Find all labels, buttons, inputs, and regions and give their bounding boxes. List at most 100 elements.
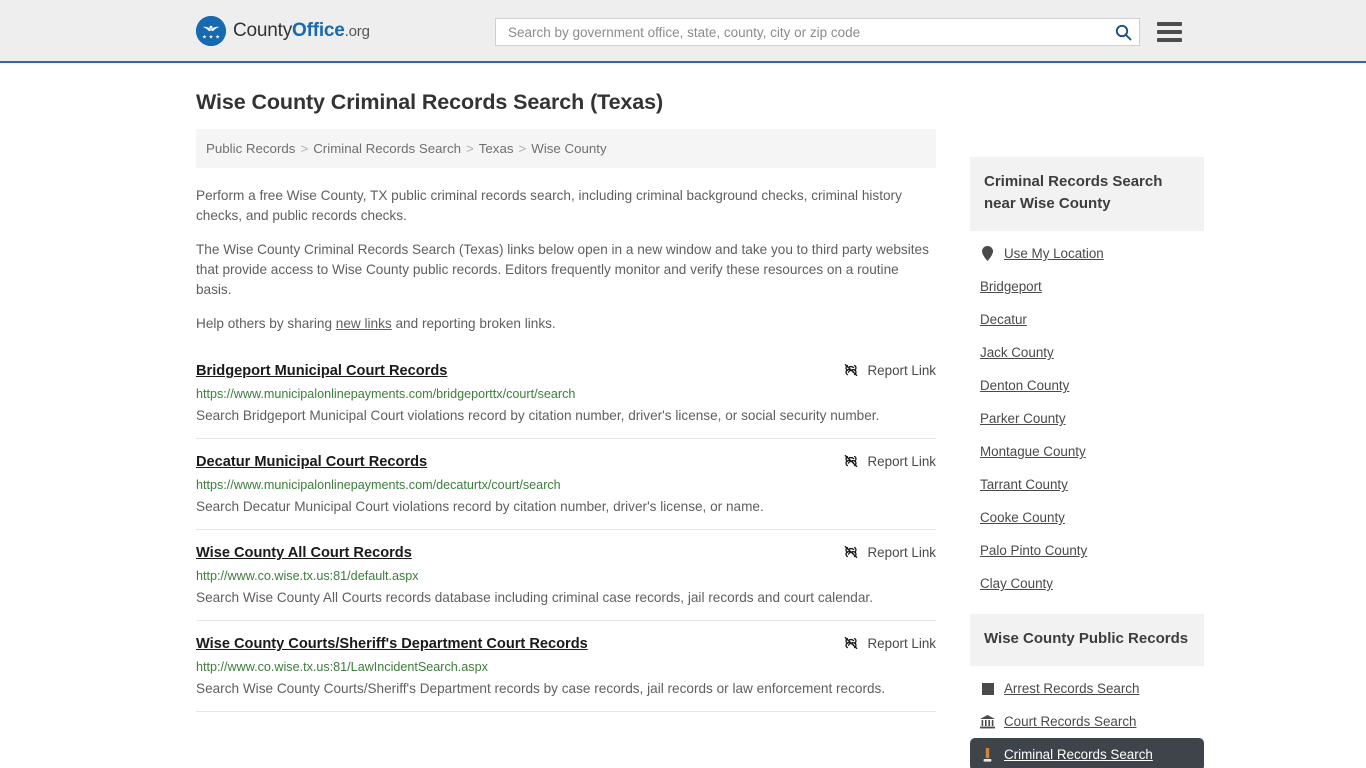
breadcrumb-item-texas[interactable]: Texas bbox=[479, 141, 514, 156]
result-description: Search Bridgeport Municipal Court violat… bbox=[196, 408, 880, 423]
intro-paragraph-2: The Wise County Criminal Records Search … bbox=[196, 242, 929, 297]
result-title-link[interactable]: Wise County Courts/Sheriff's Department … bbox=[196, 635, 588, 653]
report-link-label: Report Link bbox=[867, 635, 936, 651]
sidebar-item-montague-county[interactable]: Montague County bbox=[970, 435, 1204, 468]
sidebar-item-denton-county[interactable]: Denton County bbox=[970, 369, 1204, 402]
intro-paragraph-1: Perform a free Wise County, TX public cr… bbox=[196, 188, 902, 223]
sidebar: Criminal Records Search near Wise County… bbox=[970, 129, 1204, 768]
report-link-button[interactable]: Report Link bbox=[843, 635, 936, 651]
report-link-button[interactable]: Report Link bbox=[843, 544, 936, 560]
sidebar-item-bridgeport[interactable]: Bridgeport bbox=[970, 270, 1204, 303]
content-columns: Public Records > Criminal Records Search > T… bbox=[196, 129, 1204, 768]
sidebar-link-label[interactable]: Denton County bbox=[980, 378, 1069, 393]
header-search-area bbox=[495, 18, 1182, 46]
sidebar-item-decatur[interactable]: Decatur bbox=[970, 303, 1204, 336]
logo-text-office: Office bbox=[292, 20, 345, 41]
sidebar-nearby-title: Criminal Records Search near Wise County bbox=[970, 157, 1204, 231]
sidebar-item-tarrant-county[interactable]: Tarrant County bbox=[970, 468, 1204, 501]
result-title-link[interactable]: Decatur Municipal Court Records bbox=[196, 453, 427, 471]
broken-link-icon bbox=[844, 454, 857, 468]
sidebar-link-label[interactable]: Cooke County bbox=[980, 510, 1065, 525]
sidebar-item-clay-county[interactable]: Clay County bbox=[970, 567, 1204, 600]
result-description: Search Wise County Courts/Sheriff's Depa… bbox=[196, 681, 886, 696]
sidebar-item-palo-pinto-county[interactable]: Palo Pinto County bbox=[970, 534, 1204, 567]
hamburger-bar bbox=[1157, 22, 1182, 26]
new-links-link[interactable]: new links bbox=[336, 316, 392, 331]
search-input[interactable] bbox=[506, 19, 1113, 45]
main-content: Public Records > Criminal Records Search > T… bbox=[196, 129, 936, 712]
broken-link-icon bbox=[844, 363, 857, 377]
hamburger-menu-icon[interactable] bbox=[1157, 22, 1182, 42]
sidebar-item-cooke-county[interactable]: Cooke County bbox=[970, 501, 1204, 534]
sidebar-link-label[interactable]: Jack County bbox=[980, 345, 1054, 360]
breadcrumb-item-criminal-records-search[interactable]: Criminal Records Search bbox=[313, 141, 461, 156]
result-url[interactable]: http://www.co.wise.tx.us:81/default.aspx bbox=[196, 568, 936, 584]
intro-paragraph-3: Help others by sharing new links and rep… bbox=[196, 314, 936, 334]
share-suffix-text: and reporting broken links. bbox=[391, 316, 556, 331]
sidebar-link-label[interactable]: Decatur bbox=[980, 312, 1027, 327]
result-item: Bridgeport Municipal Court Records Repor… bbox=[196, 348, 936, 439]
hamburger-bar bbox=[1157, 38, 1182, 42]
broken-link-icon bbox=[844, 545, 857, 559]
sidebar-item-parker-county[interactable]: Parker County bbox=[970, 402, 1204, 435]
result-header: Decatur Municipal Court Records Report L… bbox=[196, 453, 936, 471]
search-box[interactable] bbox=[495, 18, 1140, 46]
result-url[interactable]: http://www.co.wise.tx.us:81/LawIncidentS… bbox=[196, 659, 936, 675]
page-title: Wise County Criminal Records Search (Tex… bbox=[196, 90, 664, 114]
sidebar-item-criminal-records-search[interactable]: Criminal Records Search bbox=[970, 738, 1204, 768]
report-link-label: Report Link bbox=[867, 362, 936, 378]
report-link-button[interactable]: Report Link bbox=[843, 453, 936, 469]
result-item: Decatur Municipal Court Records Report L… bbox=[196, 439, 936, 530]
report-link-label: Report Link bbox=[867, 544, 936, 560]
sidebar-link-label[interactable]: Clay County bbox=[980, 576, 1053, 591]
result-header: Wise County All Court Records Report Lin… bbox=[196, 544, 936, 562]
sidebar-item-arrest-records-search[interactable]: Arrest Records Search bbox=[970, 672, 1204, 705]
site-logo-text: CountyOffice.org bbox=[233, 21, 370, 40]
sidebar-link-label[interactable]: Palo Pinto County bbox=[980, 543, 1087, 558]
result-header: Bridgeport Municipal Court Records Repor… bbox=[196, 362, 936, 380]
sidebar-link-label[interactable]: Court Records Search bbox=[1004, 714, 1136, 729]
site-header: CountyOffice.org bbox=[0, 0, 1366, 63]
report-link-label: Report Link bbox=[867, 453, 936, 469]
result-item: Wise County Courts/Sheriff's Department … bbox=[196, 621, 936, 712]
map-pin-icon bbox=[980, 246, 995, 261]
result-item: Wise County All Court Records Report Lin… bbox=[196, 530, 936, 621]
logo-text-org: .org bbox=[344, 23, 370, 40]
sidebar-link-label[interactable]: Bridgeport bbox=[980, 279, 1042, 294]
breadcrumb-item-public-records[interactable]: Public Records bbox=[206, 141, 295, 156]
sidebar-nearby-list: Use My Location Bridgeport Decatur Jack … bbox=[970, 231, 1204, 600]
logo-text-county: County bbox=[233, 20, 293, 41]
search-icon[interactable] bbox=[1113, 22, 1133, 42]
sidebar-link-label[interactable]: Montague County bbox=[980, 444, 1086, 459]
breadcrumb: Public Records > Criminal Records Search > T… bbox=[196, 129, 936, 168]
sidebar-item-jack-county[interactable]: Jack County bbox=[970, 336, 1204, 369]
result-header: Wise County Courts/Sheriff's Department … bbox=[196, 635, 936, 653]
handcuffs-square-icon bbox=[980, 681, 995, 696]
sidebar-link-label[interactable]: Tarrant County bbox=[980, 477, 1068, 492]
courthouse-icon bbox=[980, 714, 995, 729]
sidebar-link-label[interactable]: Use My Location bbox=[1004, 246, 1104, 261]
result-title-link[interactable]: Bridgeport Municipal Court Records bbox=[196, 362, 447, 380]
sidebar-public-records-list: Arrest Records Search Court Records Sear… bbox=[970, 666, 1204, 768]
sidebar-link-label[interactable]: Parker County bbox=[980, 411, 1066, 426]
report-link-button[interactable]: Report Link bbox=[843, 362, 936, 378]
result-title-link[interactable]: Wise County All Court Records bbox=[196, 544, 412, 562]
sidebar-link-label[interactable]: Arrest Records Search bbox=[1004, 681, 1139, 696]
result-description: Search Wise County All Courts records da… bbox=[196, 590, 873, 605]
site-logo[interactable]: CountyOffice.org bbox=[196, 15, 370, 46]
result-url[interactable]: https://www.municipalonlinepayments.com/… bbox=[196, 477, 936, 493]
breadcrumb-separator: > bbox=[518, 141, 527, 156]
breadcrumb-separator: > bbox=[300, 141, 309, 156]
share-prefix-text: Help others by sharing bbox=[196, 316, 336, 331]
page-container: Wise County Criminal Records Search (Tex… bbox=[0, 90, 1366, 768]
breadcrumb-item-wise-county[interactable]: Wise County bbox=[531, 141, 606, 156]
sidebar-item-use-my-location[interactable]: Use My Location bbox=[970, 237, 1204, 270]
sidebar-item-court-records-search[interactable]: Court Records Search bbox=[970, 705, 1204, 738]
breadcrumb-separator: > bbox=[466, 141, 474, 156]
result-url[interactable]: https://www.municipalonlinepayments.com/… bbox=[196, 386, 936, 402]
result-description: Search Decatur Municipal Court violation… bbox=[196, 499, 764, 514]
eagle-seal-icon bbox=[196, 15, 226, 46]
hamburger-bar bbox=[1157, 30, 1182, 34]
sidebar-link-label[interactable]: Criminal Records Search bbox=[1004, 747, 1153, 762]
